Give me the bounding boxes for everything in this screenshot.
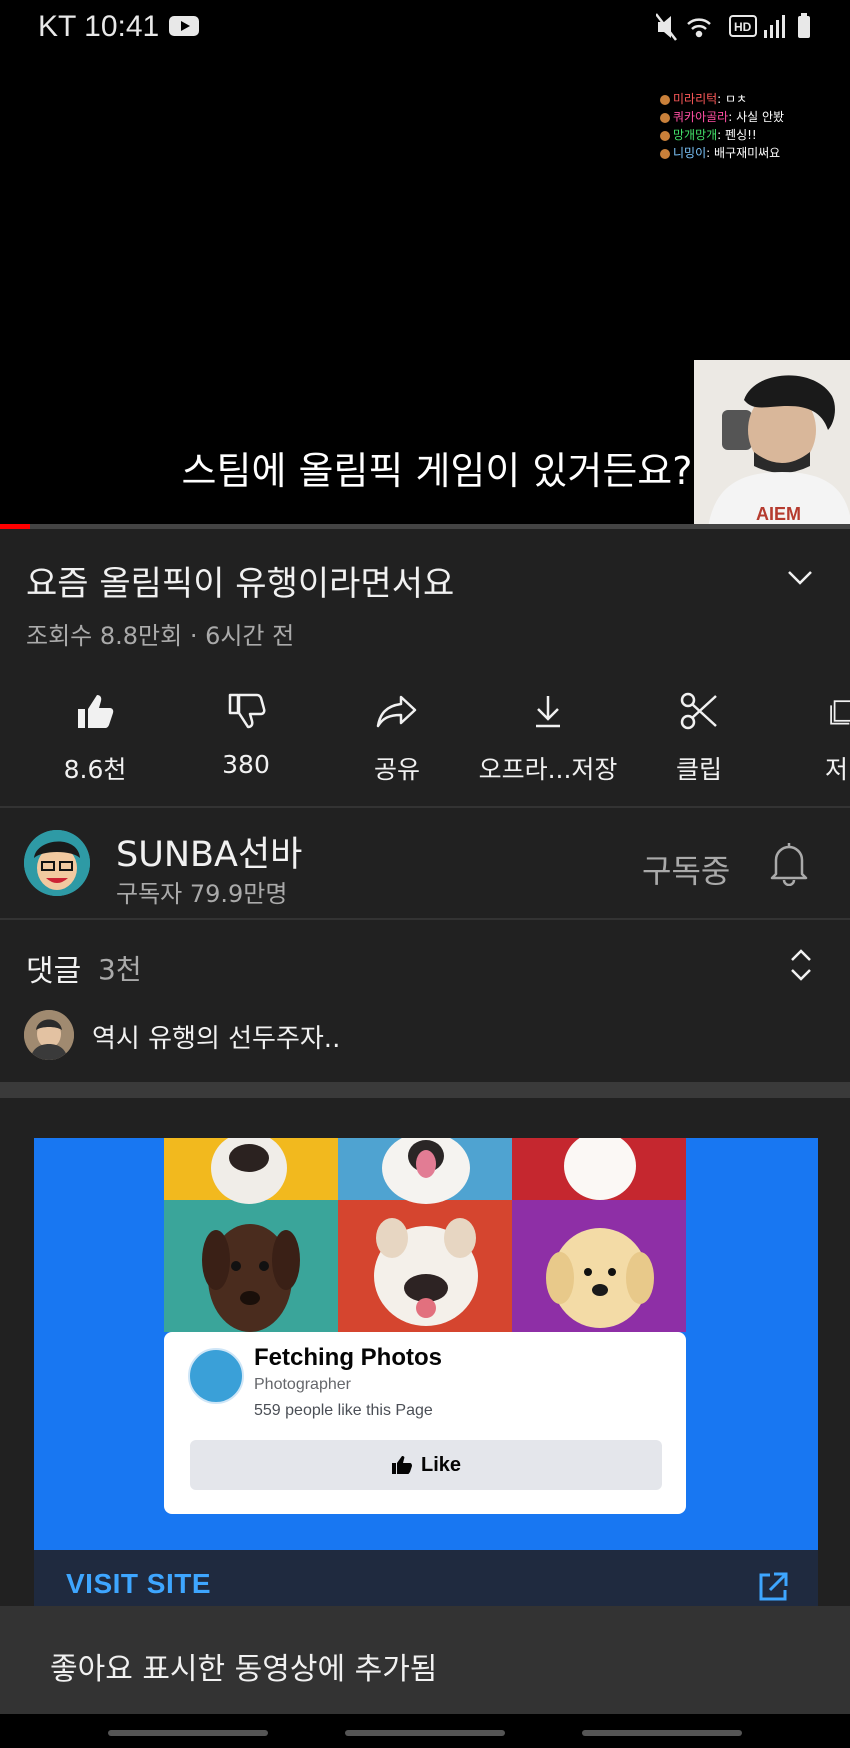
chevron-down-icon[interactable] — [784, 562, 816, 594]
like-count: 8.6천 — [63, 755, 127, 784]
divider — [0, 806, 850, 808]
nav-recents-pill[interactable] — [108, 1730, 268, 1736]
signal-icon — [764, 15, 785, 38]
save-button[interactable]: 저 — [775, 688, 850, 786]
page-likes: 559 people like this Page — [254, 1402, 433, 1419]
channel-name[interactable]: SUNBA선바 — [116, 826, 302, 877]
comments-label[interactable]: 댓글 — [26, 946, 81, 990]
section-separator — [0, 1082, 850, 1098]
hd-voice-icon: HD — [729, 15, 757, 37]
svg-text:AIEM: AIEM — [756, 504, 801, 524]
live-chat-overlay: 미라리턱: ㅁㅊ 쿼카아골라: 사실 안봤 망개망개: 펜싱!! 니밍이: 배구… — [660, 90, 784, 162]
nav-home-pill[interactable] — [345, 1730, 505, 1736]
share-button[interactable]: 공유 — [322, 688, 472, 786]
download-label: 오프라...저장 — [478, 755, 618, 784]
page-category: Photographer — [254, 1376, 351, 1393]
expand-collapse-icon[interactable] — [788, 948, 814, 982]
dislike-button[interactable]: 380 — [171, 688, 321, 779]
clip-label: 클립 — [675, 755, 722, 784]
dislike-count: 380 — [222, 750, 270, 779]
ad-image[interactable]: Fetching Photos Photographer 559 people … — [34, 1138, 818, 1550]
chat-line: 망개망개: 펜싱!! — [660, 126, 784, 144]
subscribed-button[interactable]: 구독중 — [642, 846, 730, 892]
thumbs-down-icon — [228, 693, 266, 729]
svg-text:HD: HD — [734, 20, 752, 34]
snackbar-message: 좋아요 표시한 동영상에 추가됨 — [50, 1652, 438, 1687]
video-progress-track[interactable] — [0, 524, 850, 529]
thumbs-up-icon — [78, 695, 114, 728]
notification-bell-icon[interactable] — [768, 840, 810, 886]
chat-avatar-icon — [660, 112, 670, 123]
chat-avatar-icon — [660, 130, 670, 141]
like-button[interactable]: 8.6천 — [20, 688, 170, 786]
chat-avatar-icon — [660, 148, 670, 159]
status-carrier-time: KT 10:41 — [38, 10, 200, 44]
open-external-icon[interactable] — [756, 1570, 790, 1604]
chat-line: 미라리턱: ㅁㅊ — [660, 90, 784, 108]
page-profile-photo — [188, 1348, 244, 1404]
video-title[interactable]: 요즘 올림픽이 유행이라면서요 — [26, 556, 454, 605]
facebook-page-card: Fetching Photos Photographer 559 people … — [164, 1332, 686, 1514]
save-playlist-icon — [830, 700, 850, 725]
top-comment-text[interactable]: 역시 유행의 선두주자.. — [92, 1018, 340, 1055]
comments-count: 3천 — [98, 953, 142, 986]
divider — [0, 918, 850, 920]
video-progress-fill — [0, 524, 30, 529]
visit-site-button[interactable]: VISIT SITE — [66, 1568, 211, 1600]
share-icon — [376, 695, 417, 728]
streamer-facecam: AIEM — [694, 360, 850, 528]
chat-line: 쿼카아골라: 사실 안봤 — [660, 108, 784, 126]
mute-icon — [656, 13, 677, 41]
scissors-icon — [680, 692, 717, 730]
dog-photo-grid — [164, 1138, 686, 1332]
nav-back-pill[interactable] — [582, 1730, 742, 1736]
status-icons: HD — [656, 13, 810, 41]
page-like-button[interactable]: Like — [190, 1440, 662, 1490]
youtube-notification-icon — [169, 16, 200, 37]
page-like-label: Like — [420, 1453, 462, 1476]
download-button[interactable]: 오프라...저장 — [473, 688, 623, 786]
download-icon — [536, 696, 560, 728]
subscriber-count: 구독자 79.9만명 — [116, 880, 288, 908]
thumbs-up-icon — [391, 1456, 412, 1474]
save-label: 저 — [825, 755, 849, 784]
share-label: 공유 — [373, 755, 420, 784]
channel-avatar[interactable] — [24, 830, 90, 896]
chat-avatar-icon — [660, 94, 670, 105]
page-name: Fetching Photos — [254, 1344, 442, 1371]
commenter-avatar — [24, 1010, 74, 1060]
wifi-icon — [687, 18, 711, 38]
battery-icon — [798, 13, 810, 38]
video-meta: 조회수 8.8만회 · 6시간 전 — [26, 622, 295, 650]
chat-line: 니밍이: 배구재미써요 — [660, 144, 784, 162]
clip-button[interactable]: 클립 — [624, 688, 774, 786]
